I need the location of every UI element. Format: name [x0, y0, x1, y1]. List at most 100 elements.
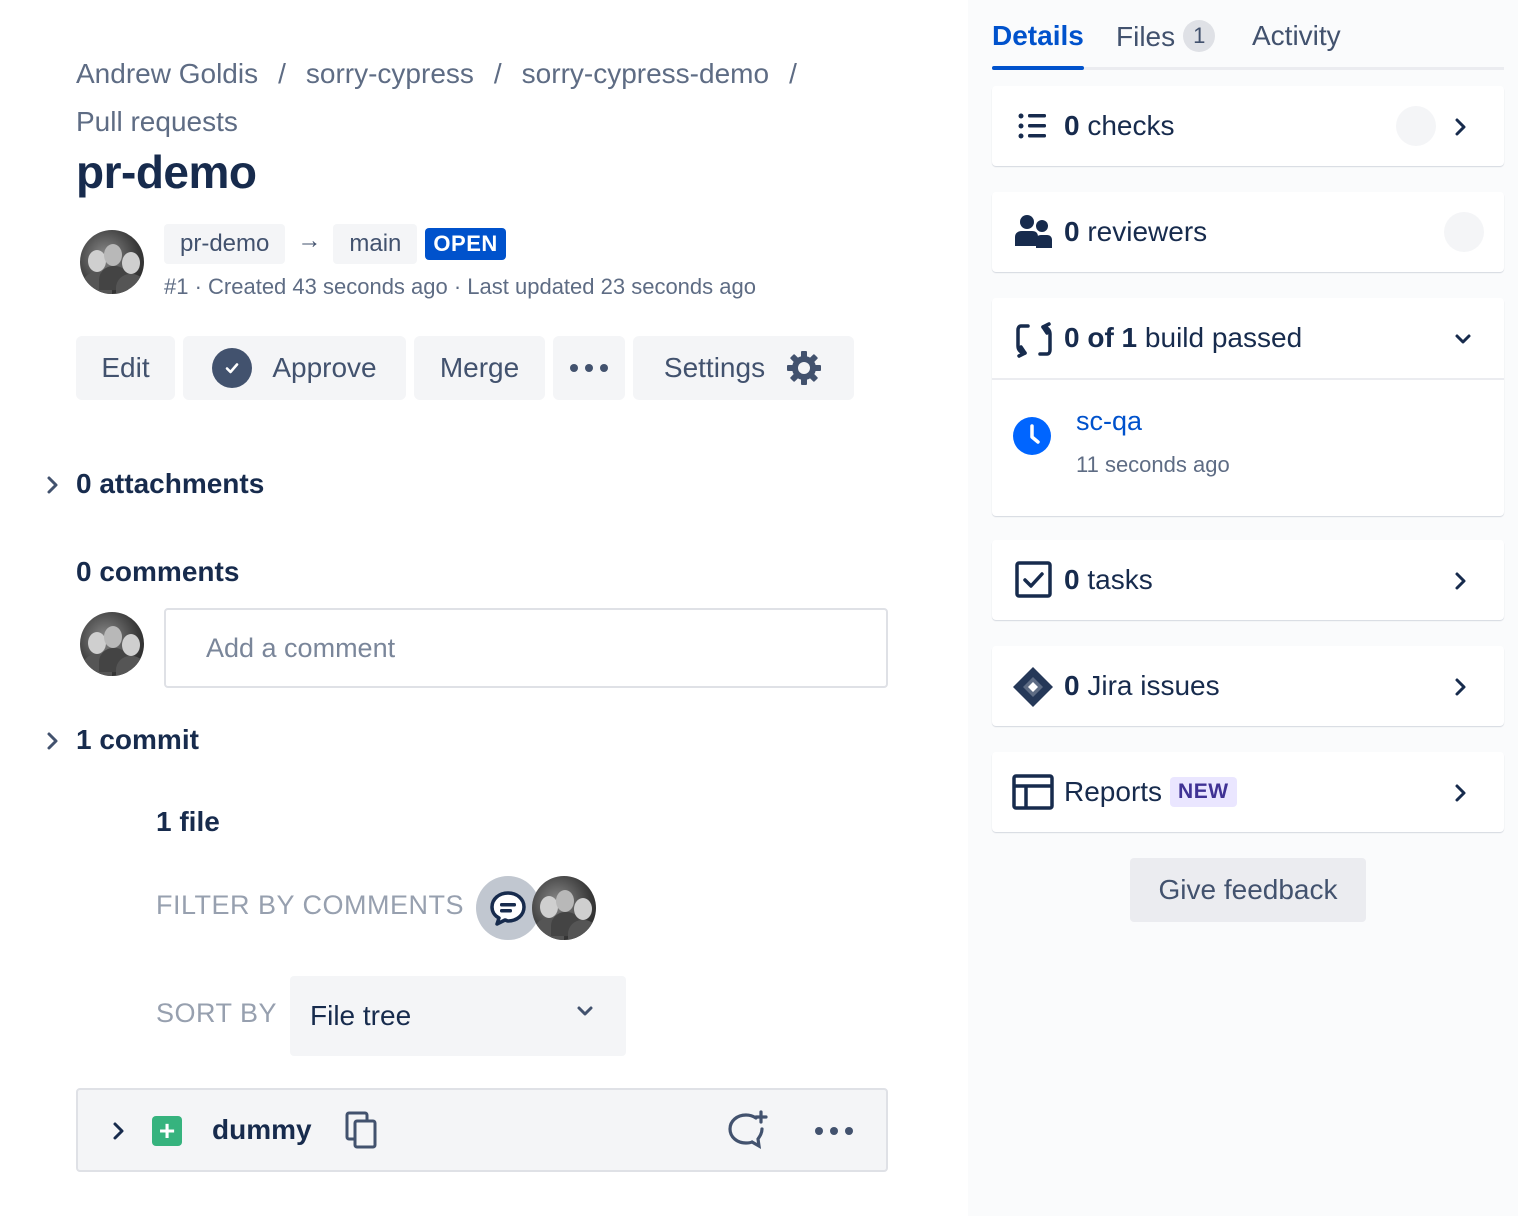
breadcrumb-project[interactable]: sorry-cypress — [306, 50, 474, 98]
tasks-label: 0 tasks — [1064, 564, 1153, 596]
chevron-right-icon — [1455, 118, 1466, 136]
give-feedback-label: Give feedback — [1158, 874, 1338, 905]
tasks-card[interactable]: 0 tasks — [992, 540, 1504, 620]
chevron-down-icon[interactable] — [1452, 328, 1474, 350]
arrow-right-icon: → — [297, 227, 322, 254]
source-branch[interactable]: pr-demo — [164, 224, 286, 264]
commits-toggle[interactable]: 1 commit — [76, 724, 199, 756]
tab-activity[interactable]: Activity — [1252, 20, 1341, 52]
breadcrumb-separator: / — [789, 58, 797, 89]
approve-button[interactable]: Approve — [183, 336, 406, 400]
breadcrumb-workspace[interactable]: Andrew Goldis — [76, 50, 258, 98]
target-branch[interactable]: main — [333, 224, 418, 264]
builds-summary[interactable]: 0 of 1 build passed — [1064, 322, 1302, 354]
refresh-icon — [1016, 322, 1052, 358]
pr-meta: #1 · Created 43 seconds ago · Last updat… — [164, 274, 756, 299]
reviewers-label: 0 reviewers — [1064, 216, 1207, 248]
list-icon — [1018, 113, 1046, 139]
action-toolbar: Edit Approve Merge Settings — [76, 336, 862, 400]
tab-activity-label: Activity — [1252, 20, 1341, 51]
breadcrumb-separator: / — [278, 58, 286, 89]
gear-icon — [787, 351, 822, 385]
builds-text: build passed — [1144, 322, 1303, 353]
sort-select[interactable]: File tree — [290, 976, 626, 1056]
page-title: pr-demo — [76, 146, 257, 198]
sidebar-tabs: Details Files 1 Activity — [992, 14, 1504, 70]
reports-text: Reports — [1064, 776, 1163, 807]
comments-heading: 0 comments — [76, 556, 240, 587]
sort-select-value: File tree — [310, 1000, 412, 1031]
copy-icon[interactable] — [344, 1110, 378, 1150]
comment-filter-icon — [490, 891, 526, 926]
builds-count: 0 of 1 — [1064, 322, 1138, 353]
people-icon — [1015, 215, 1052, 248]
chevron-right-icon — [1455, 572, 1466, 590]
jira-count: 0 — [1064, 670, 1080, 701]
attachments-toggle[interactable]: 0 attachments — [76, 468, 264, 500]
chevron-right-icon — [1455, 678, 1466, 696]
add-reviewer-placeholder[interactable] — [1444, 212, 1484, 252]
check-circle-icon — [212, 348, 253, 388]
checks-label: 0 checks — [1064, 110, 1175, 142]
pr-sidebar: Details Files 1 Activity 0 checks 0 revie… — [968, 0, 1518, 1216]
more-icon[interactable] — [814, 1126, 854, 1136]
reports-label: Reports NEW — [1064, 776, 1237, 808]
reviewers-count: 0 — [1064, 216, 1080, 247]
clock-icon — [1013, 417, 1051, 455]
settings-button-label: Settings — [663, 352, 766, 383]
file-count: 1 file — [156, 806, 220, 837]
checks-status-indicator — [1396, 106, 1436, 146]
new-badge: NEW — [1170, 777, 1237, 807]
checkbox-icon — [1015, 561, 1052, 598]
sort-by-label: SORT BY — [156, 998, 278, 1028]
breadcrumb: Andrew Goldis / sorry-cypress / sorry-cypres… — [76, 50, 876, 146]
file-row[interactable]: + dummy — [76, 1088, 888, 1172]
breadcrumb-pull-requests[interactable]: Pull requests — [76, 98, 238, 146]
add-comment-icon[interactable] — [726, 1110, 768, 1152]
edit-button-label: Edit — [101, 352, 150, 383]
tab-details[interactable]: Details — [992, 20, 1084, 52]
comment-input[interactable]: Add a comment — [164, 608, 888, 688]
build-link[interactable]: sc-qa — [1076, 406, 1142, 437]
approve-button-label: Approve — [272, 352, 377, 383]
status-badge: OPEN — [425, 228, 506, 260]
author-avatar[interactable] — [80, 230, 144, 294]
builds-card: 0 of 1 build passed sc-qa 11 seconds ago — [992, 298, 1504, 516]
pull-request-main: Andrew Goldis / sorry-cypress / sorry-cypres… — [0, 0, 968, 1216]
branch-info: pr-demo → main OPEN — [164, 224, 506, 264]
reviewers-card[interactable]: 0 reviewers — [992, 192, 1504, 272]
checks-text: checks — [1087, 110, 1175, 141]
commenter-avatar-filter[interactable] — [532, 876, 596, 940]
chevron-right-icon[interactable] — [44, 474, 62, 496]
file-name[interactable]: dummy — [212, 1114, 312, 1146]
chevron-right-icon[interactable] — [110, 1120, 128, 1142]
chevron-right-icon[interactable] — [44, 730, 62, 752]
jira-card[interactable]: 0 Jira issues — [992, 646, 1504, 726]
tab-details-label: Details — [992, 20, 1084, 51]
reports-card[interactable]: Reports NEW — [992, 752, 1504, 832]
more-actions-button[interactable] — [553, 336, 625, 400]
file-added-icon: + — [152, 1116, 182, 1146]
tab-files[interactable]: Files 1 — [1116, 20, 1216, 53]
build-time: 11 seconds ago — [1076, 452, 1230, 477]
settings-button[interactable]: Settings — [633, 336, 854, 400]
breadcrumb-repository[interactable]: sorry-cypress-demo — [522, 50, 769, 98]
jira-icon — [1013, 667, 1053, 707]
breadcrumb-separator: / — [493, 58, 502, 89]
current-user-avatar — [80, 612, 144, 676]
filter-comments-toggle[interactable] — [476, 876, 540, 940]
edit-button[interactable]: Edit — [76, 336, 175, 400]
checks-card[interactable]: 0 checks — [992, 86, 1504, 166]
tasks-text: tasks — [1087, 564, 1153, 595]
active-tab-indicator — [992, 66, 1084, 70]
divider — [992, 378, 1504, 380]
merge-button[interactable]: Merge — [414, 336, 545, 400]
tab-files-label: Files — [1116, 21, 1176, 52]
more-icon — [570, 364, 608, 372]
checks-count: 0 — [1064, 110, 1080, 141]
files-count-badge: 1 — [1183, 20, 1216, 52]
give-feedback-button[interactable]: Give feedback — [1130, 858, 1366, 922]
filter-by-comments-label: FILTER BY COMMENTS — [156, 890, 465, 920]
chevron-down-icon — [577, 1006, 593, 1016]
merge-button-label: Merge — [439, 352, 520, 383]
